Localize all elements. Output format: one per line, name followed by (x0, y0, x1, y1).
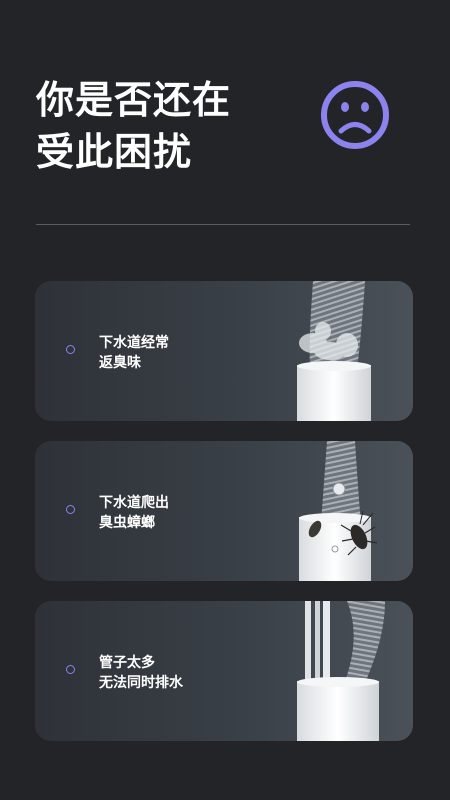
headline-line-1: 你是否还在 (36, 78, 232, 122)
sad-face-icon (321, 81, 389, 149)
caption-line-2: 臭虫蟑螂 (99, 515, 155, 531)
caption-line-2: 无法同时排水 (99, 675, 183, 691)
problem-card-odor: 下水道经常 返臭味 (35, 281, 413, 421)
circle-outline-icon (66, 505, 75, 514)
divider (36, 224, 410, 225)
caption-line-1: 管子太多 (99, 655, 155, 671)
problem-card-pests: 下水道爬出 臭虫蟑螂 (35, 441, 413, 581)
hose-cockroach-illustration (299, 441, 378, 581)
headline: 你是否还在 受此困扰 (36, 74, 231, 178)
caption-line-2: 返臭味 (99, 355, 141, 371)
problem-caption: 下水道爬出 臭虫蟑螂 (99, 493, 169, 533)
caption-line-1: 下水道经常 (99, 335, 169, 351)
circle-outline-icon (66, 345, 75, 354)
hose-odor-illustration (297, 281, 371, 421)
problem-caption: 管子太多 无法同时排水 (99, 653, 183, 693)
multiple-pipes-illustration (297, 601, 385, 741)
headline-line-2: 受此困扰 (36, 130, 193, 174)
circle-outline-icon (66, 665, 75, 674)
caption-line-1: 下水道爬出 (99, 495, 169, 511)
problem-card-pipes: 管子太多 无法同时排水 (35, 601, 413, 741)
problem-caption: 下水道经常 返臭味 (99, 333, 169, 373)
